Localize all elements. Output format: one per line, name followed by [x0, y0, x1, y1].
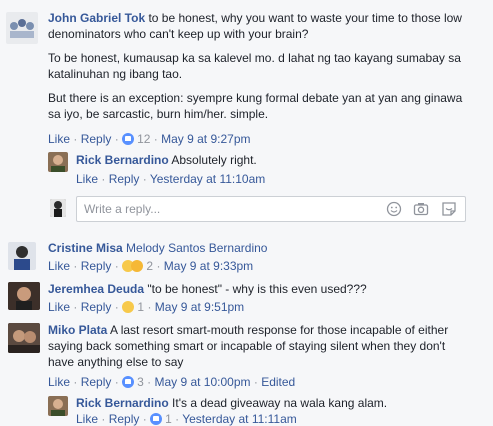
comment-text: To be honest, kumausap ka sa kalevel mo.…: [48, 51, 461, 65]
like-link[interactable]: Like: [76, 172, 98, 186]
comment-text: But there is an exception: syempre kung …: [48, 91, 463, 105]
avatar-rick[interactable]: [48, 396, 68, 416]
sticker-icon[interactable]: [441, 201, 457, 217]
timestamp[interactable]: May 9 at 9:33pm: [164, 259, 253, 273]
separator: ·: [153, 132, 158, 146]
author-name[interactable]: John Gabriel Tok: [48, 11, 145, 25]
like-reaction-icon[interactable]: [122, 376, 135, 388]
comment-1: John Gabriel Tok to be honest, why you w…: [48, 10, 488, 122]
comment-text: denominators who can't keep up with your…: [48, 27, 309, 41]
reply-input[interactable]: Write a reply...: [76, 196, 466, 222]
separator: ·: [101, 172, 106, 186]
timestamp[interactable]: Yesterday at 11:11am: [182, 412, 297, 426]
edited-link[interactable]: Edited: [261, 375, 295, 389]
author-name[interactable]: Rick Bernardino: [76, 396, 169, 410]
avatar-image: [51, 155, 65, 172]
reaction-count[interactable]: 1: [137, 300, 144, 314]
reply-text: Absolutely right.: [171, 153, 257, 167]
reply-link[interactable]: Reply: [81, 259, 112, 273]
separator: ·: [142, 172, 147, 186]
comment-text: A last resort smart-mouth response for t…: [110, 323, 449, 337]
avatar-image: [14, 246, 30, 270]
comment-3: Jeremhea Deuda "to be honest" - why is t…: [48, 281, 488, 297]
like-reaction-icon[interactable]: [150, 413, 163, 425]
like-link[interactable]: Like: [48, 300, 70, 314]
comment-text: saying back something smart or incapable…: [48, 339, 446, 353]
sad-reaction-icon[interactable]: [131, 260, 144, 272]
like-reaction-icon[interactable]: [122, 133, 135, 145]
reaction-count[interactable]: 1: [165, 412, 172, 426]
reply-link[interactable]: Reply: [81, 375, 112, 389]
comment-actions: Like · Reply · 1 · May 9 at 9:51pm: [48, 300, 244, 314]
author-name[interactable]: Jeremhea Deuda: [48, 282, 144, 296]
avatar-image: [51, 399, 65, 416]
timestamp[interactable]: May 9 at 9:51pm: [155, 300, 244, 314]
reply-link[interactable]: Reply: [109, 412, 140, 426]
separator: ·: [101, 412, 106, 426]
comment-text: "to be honest" - why is this even used??…: [147, 282, 367, 296]
reply-link[interactable]: Reply: [109, 172, 140, 186]
comment-actions: Like · Reply · 2 · May 9 at 9:33pm: [48, 259, 253, 273]
separator: ·: [147, 375, 152, 389]
comment-4: Miko Plata A last resort smart-mouth res…: [48, 322, 488, 370]
separator: ·: [114, 300, 119, 314]
comment-text: to be honest, why you want to waste your…: [148, 11, 462, 25]
separator: ·: [73, 300, 78, 314]
separator: ·: [114, 375, 119, 389]
reply-text: It's a dead giveaway na wala kang alam.: [172, 396, 388, 410]
like-link[interactable]: Like: [48, 132, 70, 146]
reply-actions: Like · Reply · 1 · Yesterday at 11:11am: [76, 412, 297, 426]
reply-actions: Like · Reply · Yesterday at 11:10am: [76, 172, 265, 186]
separator: ·: [73, 132, 78, 146]
separator: ·: [156, 259, 161, 273]
avatar-jeremhea[interactable]: [8, 282, 40, 310]
camera-icon[interactable]: [413, 201, 429, 217]
tagged-user[interactable]: Melody Santos Bernardino: [126, 241, 267, 255]
avatar-image: [8, 282, 40, 310]
timestamp[interactable]: Yesterday at 11:10am: [150, 172, 265, 186]
like-link[interactable]: Like: [48, 375, 70, 389]
avatar-self: [50, 199, 66, 217]
avatar-image: [50, 199, 66, 217]
like-link[interactable]: Like: [48, 259, 70, 273]
avatar-image: [8, 323, 40, 353]
timestamp[interactable]: May 9 at 10:00pm: [154, 375, 250, 389]
separator: ·: [147, 300, 152, 314]
comment-2: Cristine Misa Melody Santos Bernardino: [48, 240, 488, 256]
reaction-count[interactable]: 3: [137, 375, 144, 389]
comment-text: sa iyo, be sarcastic, burn him/her. simp…: [48, 107, 269, 121]
comment-text: have anything else to say: [48, 355, 184, 369]
reply-2: Rick Bernardino It's a dead giveaway na …: [76, 395, 486, 411]
reaction-count[interactable]: 12: [137, 132, 150, 146]
separator: ·: [114, 259, 119, 273]
reply-placeholder: Write a reply...: [84, 202, 161, 216]
reaction-count[interactable]: 2: [146, 259, 153, 273]
separator: ·: [175, 412, 180, 426]
author-name[interactable]: Miko Plata: [48, 323, 107, 337]
reply-link[interactable]: Reply: [81, 300, 112, 314]
emoji-icon[interactable]: [386, 201, 402, 217]
avatar-john[interactable]: [6, 12, 38, 44]
comment-actions: Like · Reply · 3 · May 9 at 10:00pm · Ed…: [48, 375, 295, 389]
reply-1: Rick Bernardino Absolutely right.: [76, 152, 486, 168]
separator: ·: [73, 375, 78, 389]
avatar-image: [10, 19, 34, 38]
haha-reaction-icon[interactable]: [122, 301, 135, 313]
separator: ·: [142, 412, 147, 426]
author-name[interactable]: Cristine Misa: [48, 241, 123, 255]
separator: ·: [114, 132, 119, 146]
comment-text: katalinuhan ng ibang tao.: [48, 67, 183, 81]
avatar-cristine[interactable]: [8, 242, 36, 270]
author-name[interactable]: Rick Bernardino: [76, 153, 169, 167]
separator: ·: [73, 259, 78, 273]
timestamp[interactable]: May 9 at 9:27pm: [161, 132, 250, 146]
reply-link[interactable]: Reply: [81, 132, 112, 146]
separator: ·: [253, 375, 258, 389]
comment-actions: Like · Reply · 12 · May 9 at 9:27pm: [48, 132, 251, 146]
avatar-miko[interactable]: [8, 323, 40, 353]
avatar-rick[interactable]: [48, 152, 68, 172]
like-link[interactable]: Like: [76, 412, 98, 426]
